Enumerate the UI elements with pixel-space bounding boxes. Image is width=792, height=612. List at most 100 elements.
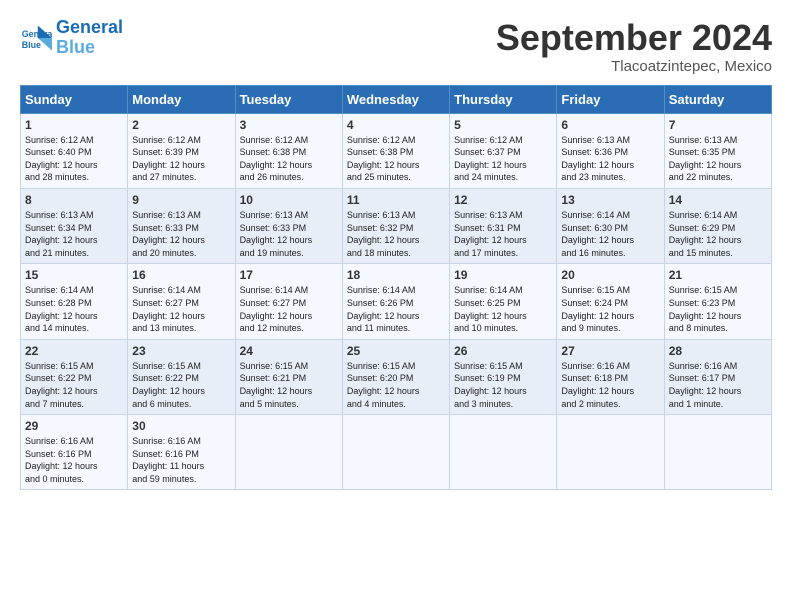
calendar-cell: 9 Sunrise: 6:13 AM Sunset: 6:33 PM Daylig… — [128, 188, 235, 263]
day-number: 18 — [347, 268, 445, 282]
cell-info: Sunrise: 6:12 AM Sunset: 6:37 PM Dayligh… — [454, 134, 552, 184]
week-row-1: 1 Sunrise: 6:12 AM Sunset: 6:40 PM Daylig… — [21, 113, 772, 188]
day-header-tuesday: Tuesday — [235, 85, 342, 113]
day-number: 17 — [240, 268, 338, 282]
day-number: 15 — [25, 268, 123, 282]
calendar-cell: 15 Sunrise: 6:14 AM Sunset: 6:28 PM Dayli… — [21, 264, 128, 339]
cell-info: Sunrise: 6:13 AM Sunset: 6:34 PM Dayligh… — [25, 209, 123, 259]
calendar-cell — [235, 415, 342, 490]
calendar-cell — [450, 415, 557, 490]
calendar-cell: 10 Sunrise: 6:13 AM Sunset: 6:33 PM Dayli… — [235, 188, 342, 263]
cell-info: Sunrise: 6:14 AM Sunset: 6:30 PM Dayligh… — [561, 209, 659, 259]
calendar-cell: 1 Sunrise: 6:12 AM Sunset: 6:40 PM Daylig… — [21, 113, 128, 188]
calendar-cell: 6Sunrise: 6:13 AM Sunset: 6:36 PM Daylig… — [557, 113, 664, 188]
cell-info: Sunrise: 6:14 AM Sunset: 6:28 PM Dayligh… — [25, 284, 123, 334]
day-number: 26 — [454, 344, 552, 358]
cell-info: Sunrise: 6:12 AM Sunset: 6:39 PM Dayligh… — [132, 134, 230, 184]
calendar-table: SundayMondayTuesdayWednesdayThursdayFrid… — [20, 85, 772, 491]
cell-info: Sunrise: 6:15 AM Sunset: 6:20 PM Dayligh… — [347, 360, 445, 410]
day-header-sunday: Sunday — [21, 85, 128, 113]
cell-info: Sunrise: 6:15 AM Sunset: 6:19 PM Dayligh… — [454, 360, 552, 410]
day-number: 14 — [669, 193, 767, 207]
logo-text: General Blue — [56, 18, 123, 58]
cell-info: Sunrise: 6:14 AM Sunset: 6:25 PM Dayligh… — [454, 284, 552, 334]
cell-info: Sunrise: 6:15 AM Sunset: 6:24 PM Dayligh… — [561, 284, 659, 334]
day-number: 3 — [240, 118, 338, 132]
day-number: 11 — [347, 193, 445, 207]
calendar-cell — [557, 415, 664, 490]
cell-info: Sunrise: 6:12 AM Sunset: 6:38 PM Dayligh… — [347, 134, 445, 184]
week-row-3: 15 Sunrise: 6:14 AM Sunset: 6:28 PM Dayli… — [21, 264, 772, 339]
cell-info: Sunrise: 6:13 AM Sunset: 6:33 PM Dayligh… — [240, 209, 338, 259]
calendar-cell — [664, 415, 771, 490]
cell-info: Sunrise: 6:15 AM Sunset: 6:22 PM Dayligh… — [25, 360, 123, 410]
day-header-friday: Friday — [557, 85, 664, 113]
day-number: 1 — [25, 118, 123, 132]
day-header-wednesday: Wednesday — [342, 85, 449, 113]
day-number: 23 — [132, 344, 230, 358]
day-number: 29 — [25, 419, 123, 433]
day-number: 24 — [240, 344, 338, 358]
calendar-cell: 28 Sunrise: 6:16 AM Sunset: 6:17 PM Dayli… — [664, 339, 771, 414]
day-number: 10 — [240, 193, 338, 207]
calendar-cell: 20 Sunrise: 6:15 AM Sunset: 6:24 PM Dayli… — [557, 264, 664, 339]
calendar-cell: 2 Sunrise: 6:12 AM Sunset: 6:39 PM Daylig… — [128, 113, 235, 188]
day-number: 9 — [132, 193, 230, 207]
logo-line2: Blue — [56, 37, 95, 57]
day-number: 27 — [561, 344, 659, 358]
cell-info: Sunrise: 6:13 AM Sunset: 6:35 PM Dayligh… — [669, 134, 767, 184]
calendar-cell: 19 Sunrise: 6:14 AM Sunset: 6:25 PM Dayli… — [450, 264, 557, 339]
day-number: 19 — [454, 268, 552, 282]
day-number: 8 — [25, 193, 123, 207]
cell-info: Sunrise: 6:14 AM Sunset: 6:29 PM Dayligh… — [669, 209, 767, 259]
day-number: 28 — [669, 344, 767, 358]
cell-info: Sunrise: 6:16 AM Sunset: 6:17 PM Dayligh… — [669, 360, 767, 410]
header: General Blue General Blue September 2024… — [20, 18, 772, 75]
day-number: 21 — [669, 268, 767, 282]
cell-info: Sunrise: 6:15 AM Sunset: 6:21 PM Dayligh… — [240, 360, 338, 410]
calendar-cell: 5 Sunrise: 6:12 AM Sunset: 6:37 PM Daylig… — [450, 113, 557, 188]
calendar-cell — [342, 415, 449, 490]
calendar-cell: 14 Sunrise: 6:14 AM Sunset: 6:29 PM Dayli… — [664, 188, 771, 263]
calendar-cell: 16 Sunrise: 6:14 AM Sunset: 6:27 PM Dayli… — [128, 264, 235, 339]
calendar-cell: 7 Sunrise: 6:13 AM Sunset: 6:35 PM Daylig… — [664, 113, 771, 188]
cell-info: Sunrise: 6:13 AM Sunset: 6:31 PM Dayligh… — [454, 209, 552, 259]
day-number: 30 — [132, 419, 230, 433]
cell-info: Sunrise: 6:13 AM Sunset: 6:32 PM Dayligh… — [347, 209, 445, 259]
calendar-cell: 25 Sunrise: 6:15 AM Sunset: 6:20 PM Dayli… — [342, 339, 449, 414]
svg-text:General: General — [22, 29, 52, 39]
day-number: 20 — [561, 268, 659, 282]
week-row-4: 22 Sunrise: 6:15 AM Sunset: 6:22 PM Dayli… — [21, 339, 772, 414]
day-number: 7 — [669, 118, 767, 132]
cell-info: Sunrise: 6:14 AM Sunset: 6:27 PM Dayligh… — [132, 284, 230, 334]
day-number: 5 — [454, 118, 552, 132]
calendar-cell: 30 Sunrise: 6:16 AM Sunset: 6:16 PM Dayli… — [128, 415, 235, 490]
day-number: 4 — [347, 118, 445, 132]
day-header-monday: Monday — [128, 85, 235, 113]
page: General Blue General Blue September 2024… — [0, 0, 792, 500]
calendar-cell: 24 Sunrise: 6:15 AM Sunset: 6:21 PM Dayli… — [235, 339, 342, 414]
location: Tlacoatzintepec, Mexico — [496, 58, 772, 75]
logo-icon: General Blue — [20, 22, 52, 54]
day-number: 2 — [132, 118, 230, 132]
month-title: September 2024 — [496, 18, 772, 58]
calendar-cell: 23Sunrise: 6:15 AM Sunset: 6:22 PM Dayli… — [128, 339, 235, 414]
calendar-cell: 18Sunrise: 6:14 AM Sunset: 6:26 PM Dayli… — [342, 264, 449, 339]
calendar-cell: 22 Sunrise: 6:15 AM Sunset: 6:22 PM Dayli… — [21, 339, 128, 414]
cell-info: Sunrise: 6:16 AM Sunset: 6:16 PM Dayligh… — [25, 435, 123, 485]
cell-info: Sunrise: 6:16 AM Sunset: 6:16 PM Dayligh… — [132, 435, 230, 485]
day-header-thursday: Thursday — [450, 85, 557, 113]
day-number: 16 — [132, 268, 230, 282]
day-number: 22 — [25, 344, 123, 358]
calendar-header-row: SundayMondayTuesdayWednesdayThursdayFrid… — [21, 85, 772, 113]
calendar-cell: 13Sunrise: 6:14 AM Sunset: 6:30 PM Dayli… — [557, 188, 664, 263]
calendar-cell: 21Sunrise: 6:15 AM Sunset: 6:23 PM Dayli… — [664, 264, 771, 339]
day-number: 12 — [454, 193, 552, 207]
calendar-cell: 26 Sunrise: 6:15 AM Sunset: 6:19 PM Dayli… — [450, 339, 557, 414]
cell-info: Sunrise: 6:13 AM Sunset: 6:33 PM Dayligh… — [132, 209, 230, 259]
week-row-5: 29 Sunrise: 6:16 AM Sunset: 6:16 PM Dayli… — [21, 415, 772, 490]
calendar-cell: 29 Sunrise: 6:16 AM Sunset: 6:16 PM Dayli… — [21, 415, 128, 490]
cell-info: Sunrise: 6:12 AM Sunset: 6:40 PM Dayligh… — [25, 134, 123, 184]
day-number: 25 — [347, 344, 445, 358]
svg-text:Blue: Blue — [22, 40, 41, 50]
